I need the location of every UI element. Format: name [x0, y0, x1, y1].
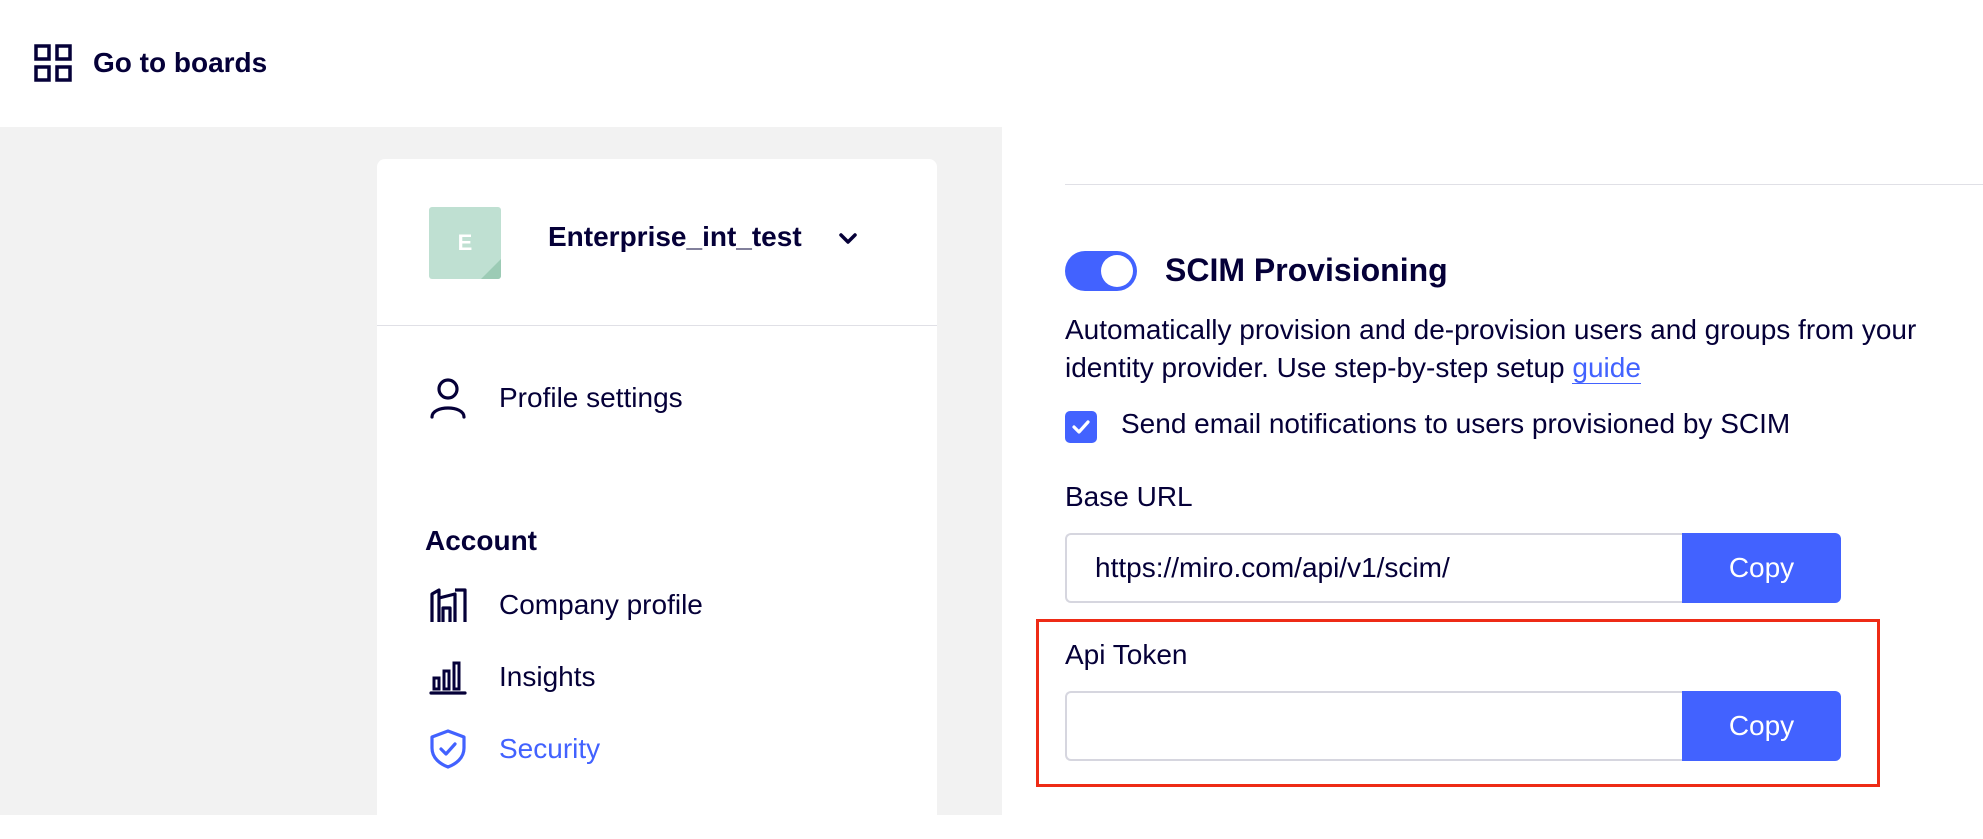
section-divider: [1065, 184, 1983, 185]
sidebar-item-label: Security: [499, 733, 601, 764]
top-bar: Go to boards: [0, 0, 1983, 127]
sidebar-item-security[interactable]: Security: [429, 728, 600, 770]
toggle-knob: [1101, 255, 1133, 287]
account-section-heading: Account: [425, 525, 537, 556]
avatar-letter: E: [457, 230, 473, 255]
sidebar-item-label: Company profile: [499, 589, 703, 620]
sidebar-item-insights[interactable]: Insights: [429, 656, 596, 698]
scim-provisioning-toggle[interactable]: [1065, 251, 1137, 291]
base-url-field[interactable]: [1065, 533, 1683, 603]
shield-check-icon: [429, 728, 471, 770]
checkmark-icon: [1072, 420, 1090, 434]
workspace-avatar: E: [429, 207, 501, 279]
grid-icon: [34, 44, 72, 82]
settings-nav-card: E Enterprise_int_test Profile settings A…: [377, 159, 937, 839]
email-notifications-checkbox[interactable]: [1065, 411, 1097, 443]
scim-description-line-2-text: identity provider. Use step-by-step setu…: [1065, 352, 1573, 383]
copy-base-url-button[interactable]: Copy: [1682, 533, 1841, 603]
scim-description: Automatically provision and de-provision…: [1065, 311, 1983, 387]
scim-provisioning-title: SCIM Provisioning: [1165, 252, 1448, 288]
guide-link[interactable]: guide: [1572, 352, 1641, 384]
sidebar-item-label: Profile settings: [499, 382, 683, 413]
go-to-boards-link[interactable]: Go to boards: [34, 44, 267, 82]
workspace-switcher[interactable]: E Enterprise_int_test: [377, 159, 937, 326]
base-url-label: Base URL: [1065, 481, 1193, 512]
chevron-down-icon: [839, 233, 857, 244]
sidebar-item-company-profile[interactable]: Company profile: [429, 584, 703, 626]
sidebar-item-profile-settings[interactable]: Profile settings: [429, 377, 683, 419]
workspace-name: Enterprise_int_test: [548, 221, 802, 252]
email-notifications-label: Send email notifications to users provis…: [1121, 408, 1791, 439]
sidebar-item-label: Insights: [499, 661, 596, 692]
scim-description-line-2: identity provider. Use step-by-step setu…: [1065, 349, 1983, 387]
building-icon: [429, 584, 471, 626]
scim-description-line-1: Automatically provision and de-provision…: [1065, 314, 1917, 345]
go-to-boards-label: Go to boards: [93, 47, 268, 78]
api-token-highlight: [1036, 619, 1880, 787]
user-icon: [429, 377, 471, 419]
bar-chart-icon: [429, 656, 471, 698]
